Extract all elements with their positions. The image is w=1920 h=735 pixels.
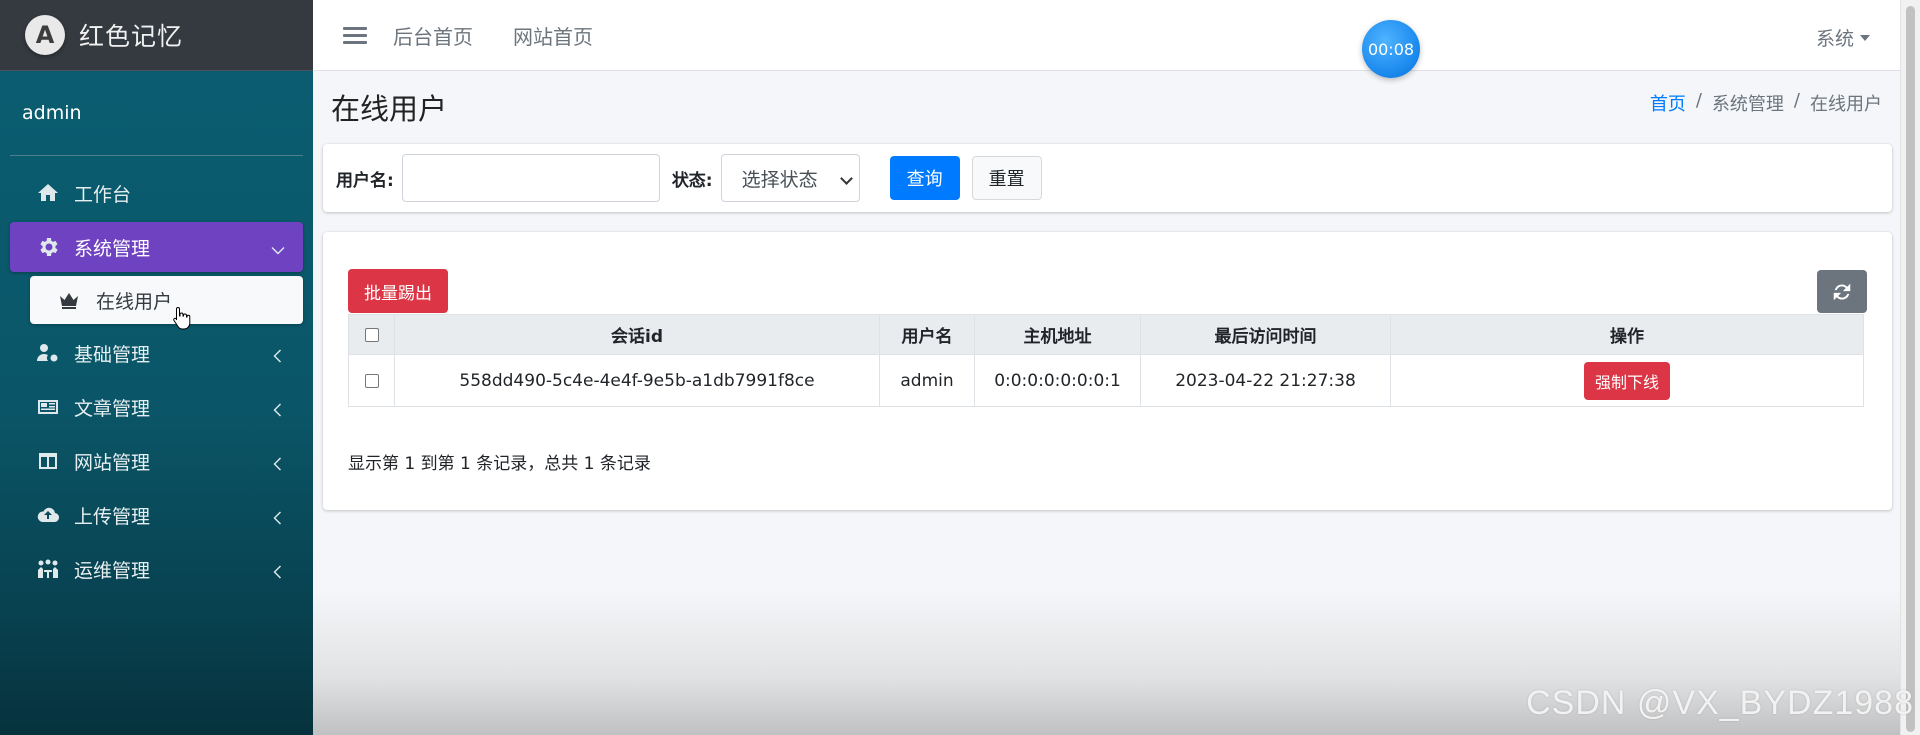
brand-name: 红色记忆 xyxy=(79,22,184,51)
status-select[interactable]: 选择状态 xyxy=(720,154,860,202)
host-cell: 0:0:0:0:0:0:0:1 xyxy=(974,354,1141,407)
refresh-icon xyxy=(1833,283,1851,300)
breadcrumb-separator: / xyxy=(1695,90,1702,111)
breadcrumb-separator: / xyxy=(1793,90,1800,111)
sidebar-item-label: 网站管理 xyxy=(74,451,151,474)
query-button[interactable]: 查询 xyxy=(889,156,960,200)
search-form: 用户名: 状态: 选择状态 查询 重置 xyxy=(323,144,1892,212)
row-checkbox[interactable] xyxy=(364,373,379,388)
main-content: 在线用户 首页 / 系统管理 / 在线用户 用户名: 状态: 选择状态 查询 重… xyxy=(313,72,1892,735)
sidebar-item-label: 基础管理 xyxy=(74,343,151,366)
table-header-row: 会话id 用户名 主机地址 最后访问时间 操作 xyxy=(348,314,1864,355)
sidebar-item-upload[interactable]: 上传管理 xyxy=(10,490,303,540)
row-select-cell xyxy=(348,354,395,407)
sidebar: A 红色记忆 admin 工作台 系统管理 在线用户 基础管理 文章管理 网站管… xyxy=(0,0,313,735)
top-navbar: 后台首页 网站首页 系统 xyxy=(313,0,1920,71)
user-panel[interactable]: admin xyxy=(10,71,303,156)
username-input[interactable] xyxy=(401,154,660,202)
action-cell: 强制下线 xyxy=(1390,354,1864,407)
column-header[interactable]: 会话id xyxy=(394,314,880,355)
brand-logo: A xyxy=(25,15,65,55)
column-header[interactable]: 用户名 xyxy=(879,314,975,355)
system-menu-dropdown[interactable]: 系统 xyxy=(1816,24,1870,51)
sidebar-item-basic[interactable]: 基础管理 xyxy=(10,328,303,378)
watermark: CSDN @VX_BYDZ1988 xyxy=(1526,684,1914,722)
sidebar-item-workbench[interactable]: 工作台 xyxy=(10,168,303,218)
sidebar-item-label: 运维管理 xyxy=(74,559,151,582)
sidebar-nav: 工作台 系统管理 在线用户 基础管理 文章管理 网站管理 上传管理 运维管理 xyxy=(0,168,313,594)
username-cell: admin xyxy=(879,354,975,407)
reset-button[interactable]: 重置 xyxy=(971,156,1042,200)
users-cog-icon xyxy=(34,341,62,365)
chevron-left-icon xyxy=(271,508,285,525)
sidebar-item-label: 文章管理 xyxy=(74,397,151,420)
brand-link[interactable]: A 红色记忆 xyxy=(0,0,313,71)
brand-logo-letter: A xyxy=(35,21,55,49)
breadcrumb-home-link[interactable]: 首页 xyxy=(1650,90,1686,116)
table-row: 558dd490-5c4e-4e4f-9e5b-a1db7991f8ce adm… xyxy=(348,354,1864,407)
page-title: 在线用户 xyxy=(331,92,448,126)
select-all-checkbox[interactable] xyxy=(364,327,379,342)
breadcrumb: 首页 / 系统管理 / 在线用户 xyxy=(1650,90,1882,116)
status-select-value: 选择状态 xyxy=(741,168,818,191)
sidebar-item-label: 工作台 xyxy=(74,183,132,206)
sidebar-subitem-label: 在线用户 xyxy=(96,290,173,313)
refresh-button[interactable] xyxy=(1817,270,1867,313)
chevron-left-icon xyxy=(271,346,285,363)
online-users-card: 批量踢出 会话id 用户名 主机地址 最后访问时间 操作 558dd490-5c… xyxy=(323,232,1892,510)
bulk-kick-button[interactable]: 批量踢出 xyxy=(348,269,448,313)
chevron-left-icon xyxy=(271,562,285,579)
menu-toggle-icon[interactable] xyxy=(343,23,367,48)
chevron-left-icon xyxy=(271,454,285,471)
crown-icon xyxy=(56,288,82,312)
cloud-upload-icon xyxy=(34,503,62,527)
column-header[interactable]: 主机地址 xyxy=(974,314,1141,355)
sidebar-item-ops[interactable]: 运维管理 xyxy=(10,544,303,594)
session-id-cell: 558dd490-5c4e-4e4f-9e5b-a1db7991f8ce xyxy=(394,354,880,407)
columns-icon xyxy=(34,449,62,473)
sidebar-item-label: 系统管理 xyxy=(74,237,151,260)
breadcrumb-item: 系统管理 xyxy=(1711,94,1784,115)
nav-link-site-home[interactable]: 网站首页 xyxy=(513,21,593,50)
sidebar-item-system[interactable]: 系统管理 xyxy=(10,222,303,272)
home-icon xyxy=(34,181,62,205)
people-meeting-icon xyxy=(34,557,62,581)
column-header[interactable]: 最后访问时间 xyxy=(1140,314,1391,355)
scrollbar-thumb[interactable] xyxy=(1906,6,1915,732)
nav-link-admin-home[interactable]: 后台首页 xyxy=(393,21,473,50)
newspaper-icon xyxy=(34,395,62,419)
page-scrollbar[interactable] xyxy=(1900,0,1920,735)
column-header: 操作 xyxy=(1390,314,1864,355)
sidebar-item-label: 上传管理 xyxy=(74,505,151,528)
breadcrumb-current: 在线用户 xyxy=(1810,94,1882,115)
hand-cursor-icon xyxy=(173,306,191,330)
gear-icon xyxy=(34,235,62,259)
sidebar-item-website[interactable]: 网站管理 xyxy=(10,436,303,486)
pagination-summary: 显示第 1 到第 1 条记录，总共 1 条记录 xyxy=(348,454,651,474)
chevron-down-icon xyxy=(271,240,285,255)
username-label: 用户名: xyxy=(336,170,394,191)
sidebar-item-article[interactable]: 文章管理 xyxy=(10,382,303,432)
force-logout-button[interactable]: 强制下线 xyxy=(1583,361,1670,400)
timer-badge[interactable]: 00:08 xyxy=(1362,20,1420,78)
status-label: 状态: xyxy=(671,170,713,191)
last-access-cell: 2023-04-22 21:27:38 xyxy=(1140,354,1391,407)
user-name: admin xyxy=(22,102,82,124)
online-users-table: 会话id 用户名 主机地址 最后访问时间 操作 558dd490-5c4e-4e… xyxy=(348,314,1864,407)
chevron-left-icon xyxy=(271,400,285,417)
select-all-cell xyxy=(348,314,395,355)
sidebar-subitem-online-users[interactable]: 在线用户 xyxy=(30,276,303,324)
